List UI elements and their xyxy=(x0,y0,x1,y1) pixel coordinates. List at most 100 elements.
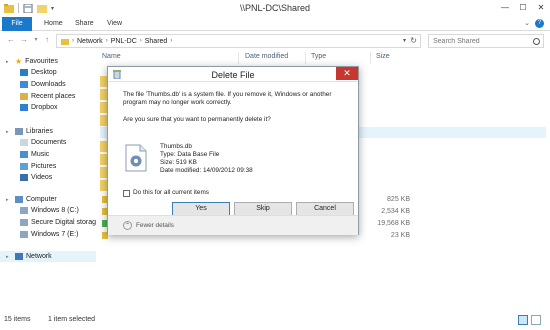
nav-item-videos[interactable]: Videos xyxy=(20,172,52,183)
file-date-modified: Date modified: 14/09/2012 09:38 xyxy=(160,167,253,174)
column-name[interactable]: Name xyxy=(102,53,121,60)
expand-ribbon-icon[interactable]: ⌄ xyxy=(524,19,530,27)
breadcrumb-network[interactable]: Network xyxy=(77,38,103,45)
apply-to-all-label[interactable]: Do this for all current items xyxy=(133,189,209,196)
dialog-close-button[interactable]: ✕ xyxy=(336,67,358,80)
large-icons-view-icon[interactable] xyxy=(531,315,541,325)
file-size: 19,568 KB xyxy=(377,220,410,227)
nav-label: Recent places xyxy=(31,93,76,100)
skip-button[interactable]: Skip xyxy=(234,202,292,216)
nav-item-recent-places[interactable]: Recent places xyxy=(20,91,75,102)
videos-icon xyxy=(20,174,28,181)
ribbon-tabs: File Home Share View ⌄ ? xyxy=(0,17,550,31)
desktop-icon xyxy=(20,69,28,76)
file-details: Thumbs.db Type: Data Base File Size: 519… xyxy=(160,143,253,175)
close-button[interactable]: ✕ xyxy=(532,0,550,14)
expand-icon[interactable]: ▸ xyxy=(6,129,12,135)
tab-view[interactable]: View xyxy=(107,17,122,31)
address-dropdown-icon[interactable]: ▾ xyxy=(403,37,406,44)
expand-icon[interactable]: ▸ xyxy=(6,59,12,65)
network-icon xyxy=(61,38,69,45)
details-view-icon[interactable] xyxy=(518,315,528,325)
status-bar: 15 items 1 item selected xyxy=(0,311,550,330)
recent-places-icon xyxy=(20,93,28,100)
nav-label: Downloads xyxy=(31,81,66,88)
nav-item-downloads[interactable]: Downloads xyxy=(20,79,66,90)
search-input[interactable] xyxy=(428,34,544,48)
up-arrow-icon[interactable]: ↑ xyxy=(42,35,52,45)
chevron-right-icon: › xyxy=(139,38,142,44)
item-count: 15 items xyxy=(4,316,31,323)
nav-label: Favourites xyxy=(25,58,58,65)
address-bar[interactable]: › Network › PNL-DC › Shared › ▾ ↻ xyxy=(56,34,421,48)
forward-arrow-icon[interactable]: → xyxy=(19,35,29,45)
file-size: Size: 519 KB xyxy=(160,159,197,166)
dialog-title: Delete File xyxy=(211,70,255,80)
search-icon[interactable] xyxy=(533,38,540,45)
tab-home[interactable]: Home xyxy=(44,17,63,31)
column-headers: Name Date modified Type Size xyxy=(100,52,546,64)
music-icon xyxy=(20,151,28,158)
minimize-button[interactable]: — xyxy=(496,0,514,14)
nav-label: Computer xyxy=(26,196,57,203)
column-divider[interactable] xyxy=(370,52,371,64)
nav-item-drive-e[interactable]: Windows 7 (E:) xyxy=(20,229,78,240)
refresh-icon[interactable]: ↻ xyxy=(410,36,417,45)
documents-icon xyxy=(20,139,28,146)
nav-computer[interactable]: ▸ Computer xyxy=(6,194,57,205)
help-icon[interactable]: ? xyxy=(535,19,544,28)
selection-count: 1 item selected xyxy=(48,316,96,323)
nav-label: Videos xyxy=(31,174,53,181)
tab-share[interactable]: Share xyxy=(75,17,94,31)
breadcrumb-shared[interactable]: Shared xyxy=(145,38,168,45)
cancel-button[interactable]: Cancel xyxy=(296,202,354,216)
window-title: \\PNL-DC\Shared xyxy=(239,3,311,13)
drive-icon xyxy=(20,207,28,214)
drive-icon xyxy=(20,219,28,226)
column-divider[interactable] xyxy=(238,52,239,64)
file-size: 2,534 KB xyxy=(381,208,410,215)
nav-item-desktop[interactable]: Desktop xyxy=(20,67,57,78)
nav-item-documents[interactable]: Documents xyxy=(20,137,66,148)
downloads-icon xyxy=(20,81,28,88)
expand-icon[interactable]: ▸ xyxy=(6,254,12,260)
breadcrumb-pnl-dc[interactable]: PNL-DC xyxy=(111,38,137,45)
nav-label: Dropbox xyxy=(31,104,58,111)
expand-icon[interactable]: ▸ xyxy=(6,197,12,203)
nav-item-pictures[interactable]: Pictures xyxy=(20,161,56,172)
nav-favourites[interactable]: ▸ ★ Favourites xyxy=(6,56,58,67)
nav-item-sd-storage[interactable]: Secure Digital storag xyxy=(20,217,96,228)
warning-line-2: program may no longer work correctly. xyxy=(123,99,232,106)
warning-line-1: The file 'Thumbs.db' is a system file. I… xyxy=(123,91,332,98)
chevron-up-icon[interactable]: ⌃ xyxy=(123,221,132,230)
nav-item-music[interactable]: Music xyxy=(20,149,49,160)
nav-label: Desktop xyxy=(31,69,57,76)
drive-icon xyxy=(20,231,28,238)
tab-file[interactable]: File xyxy=(2,17,32,31)
star-icon: ★ xyxy=(15,57,23,66)
nav-libraries[interactable]: ▸ Libraries xyxy=(6,126,53,137)
dropbox-icon xyxy=(20,104,28,111)
column-divider[interactable] xyxy=(305,52,306,64)
maximize-button[interactable]: ☐ xyxy=(514,0,532,14)
apply-to-all-checkbox[interactable] xyxy=(123,190,130,197)
chevron-right-icon: › xyxy=(170,38,173,44)
chevron-right-icon: › xyxy=(72,38,74,44)
column-type[interactable]: Type xyxy=(311,53,326,60)
fewer-details-link[interactable]: Fewer details xyxy=(136,222,174,229)
back-arrow-icon[interactable]: ← xyxy=(6,35,16,45)
column-date-modified[interactable]: Date modified xyxy=(245,53,288,60)
dialog-footer: ⌃ Fewer details xyxy=(108,215,358,235)
nav-item-drive-c[interactable]: Windows 8 (C:) xyxy=(20,205,79,216)
confirm-question: Are you sure that you want to permanentl… xyxy=(123,116,271,123)
address-toolbar: ← → ▾ ↑ › Network › PNL-DC › Shared › ▾ … xyxy=(0,31,550,51)
nav-network[interactable]: ▸ Network xyxy=(0,251,96,262)
title-bar: ▾ \\PNL-DC\Shared — ☐ ✕ xyxy=(0,0,550,17)
column-size[interactable]: Size xyxy=(376,53,390,60)
yes-button[interactable]: Yes xyxy=(172,202,230,216)
file-size: 825 KB xyxy=(387,196,410,203)
file-type: Type: Data Base File xyxy=(160,151,220,158)
nav-item-dropbox[interactable]: Dropbox xyxy=(20,102,57,113)
recent-locations-icon[interactable]: ▾ xyxy=(31,35,41,45)
nav-label: Pictures xyxy=(31,163,57,170)
